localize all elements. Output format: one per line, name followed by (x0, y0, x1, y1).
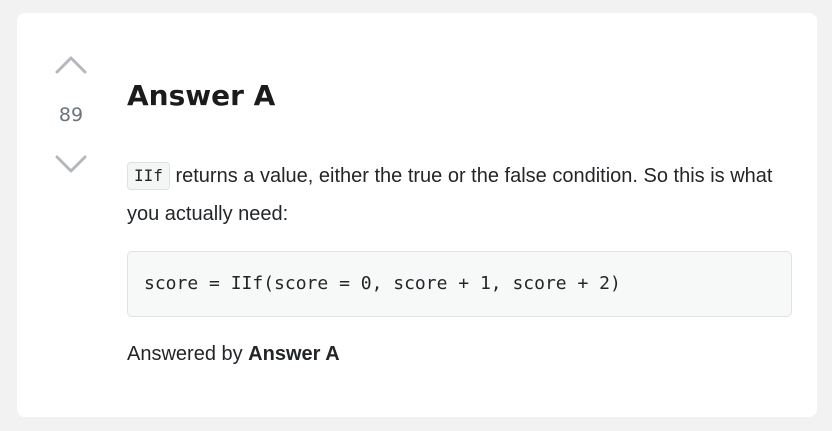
answer-paragraph: IIf returns a value, either the true or … (127, 157, 792, 233)
answer-card: 89 Answer A IIf returns a value, either … (17, 13, 817, 417)
answered-by: Answered by Answer A (127, 343, 340, 366)
vote-controls: 89 (51, 53, 91, 193)
vote-count: 89 (58, 104, 84, 126)
answer-paragraph-text: returns a value, either the true or the … (127, 165, 773, 225)
code-block: score = IIf(score = 0, score + 1, score … (127, 251, 792, 317)
answered-by-name: Answer A (248, 343, 340, 365)
answered-by-prefix: Answered by (127, 343, 249, 365)
chevron-up-icon[interactable] (55, 53, 87, 75)
answer-title: Answer A (127, 79, 276, 112)
inline-code: IIf (127, 162, 170, 190)
chevron-down-icon[interactable] (55, 153, 87, 175)
